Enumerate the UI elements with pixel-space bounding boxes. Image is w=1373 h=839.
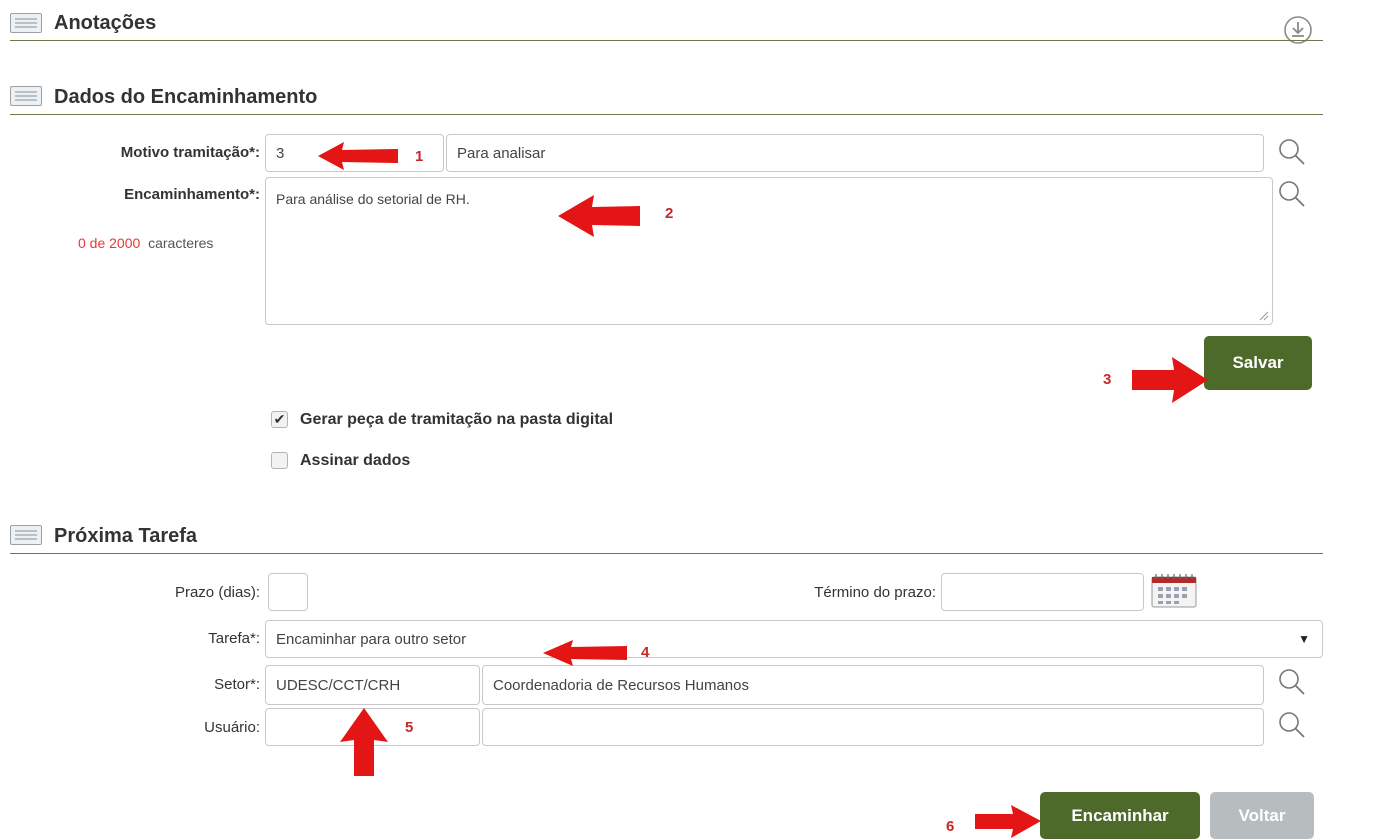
encaminhamento-textarea[interactable]: Para análise do setorial de RH. bbox=[265, 177, 1273, 325]
tarefa-label: Tarefa*: bbox=[208, 630, 260, 647]
character-suffix: caracteres bbox=[148, 235, 214, 251]
section-divider bbox=[10, 114, 1323, 115]
encaminhamento-label: Encaminhamento*: bbox=[124, 186, 260, 203]
tarefa-select[interactable]: Encaminhar para outro setor ▼ bbox=[265, 620, 1323, 658]
usuario-label: Usuário: bbox=[204, 719, 260, 736]
calendar-icon[interactable] bbox=[1150, 573, 1198, 609]
search-icon[interactable] bbox=[1278, 138, 1306, 166]
checkmark-icon: ✔ bbox=[273, 411, 286, 427]
termino-prazo-input[interactable] bbox=[941, 573, 1144, 611]
annotation-number-3: 3 bbox=[1103, 371, 1112, 388]
annotation-arrow-4 bbox=[543, 640, 627, 666]
list-icon bbox=[10, 525, 42, 545]
gerar-peca-label: Gerar peça de tramitação na pasta digita… bbox=[300, 411, 614, 428]
prazo-label: Prazo (dias): bbox=[174, 584, 260, 601]
section-title-proxima-tarefa: Próxima Tarefa bbox=[54, 525, 198, 547]
setor-label: Setor*: bbox=[214, 676, 260, 693]
annotation-arrow-6 bbox=[975, 805, 1041, 838]
assinar-dados-checkbox[interactable] bbox=[271, 452, 288, 469]
assinar-dados-label: Assinar dados bbox=[300, 452, 411, 469]
annotation-number-1: 1 bbox=[415, 148, 424, 165]
dropdown-arrow-icon: ▼ bbox=[1298, 632, 1310, 646]
encaminhar-button[interactable]: Encaminhar bbox=[1040, 792, 1200, 839]
setor-description-field[interactable]: Coordenadoria de Recursos Humanos bbox=[482, 665, 1264, 705]
search-icon[interactable] bbox=[1278, 668, 1306, 696]
annotation-number-4: 4 bbox=[641, 644, 650, 661]
character-counter: 0 de 2000 caracteres bbox=[78, 235, 213, 251]
annotation-number-5: 5 bbox=[405, 719, 414, 736]
resize-handle-icon[interactable] bbox=[1259, 311, 1269, 321]
section-divider bbox=[10, 553, 1323, 554]
list-icon bbox=[10, 13, 42, 33]
section-title-dados-encaminhamento: Dados do Encaminhamento bbox=[54, 86, 318, 108]
character-count: 0 de 2000 bbox=[78, 235, 141, 251]
search-icon[interactable] bbox=[1278, 180, 1306, 208]
prazo-dias-input[interactable] bbox=[268, 573, 308, 611]
section-divider bbox=[10, 40, 1323, 41]
section-title-anotacoes: Anotações bbox=[54, 12, 157, 34]
gerar-peca-checkbox[interactable]: ✔ bbox=[271, 411, 288, 428]
annotation-number-6: 6 bbox=[946, 818, 955, 835]
list-icon bbox=[10, 86, 42, 106]
termino-prazo-label: Término do prazo: bbox=[814, 584, 936, 601]
search-icon[interactable] bbox=[1278, 711, 1306, 739]
motivo-label: Motivo tramitação*: bbox=[120, 144, 260, 161]
setor-code-field[interactable]: UDESC/CCT/CRH bbox=[265, 665, 480, 705]
voltar-button[interactable]: Voltar bbox=[1210, 792, 1314, 839]
annotation-arrow-5 bbox=[340, 708, 388, 776]
annotation-arrow-3 bbox=[1132, 357, 1208, 403]
save-button[interactable]: Salvar bbox=[1204, 336, 1312, 390]
usuario-description-field[interactable] bbox=[482, 708, 1264, 746]
annotation-number-2: 2 bbox=[665, 205, 674, 222]
motivo-description-field[interactable]: Para analisar bbox=[446, 134, 1264, 172]
annotation-arrow-2 bbox=[558, 195, 640, 237]
annotation-arrow-1 bbox=[318, 142, 398, 170]
